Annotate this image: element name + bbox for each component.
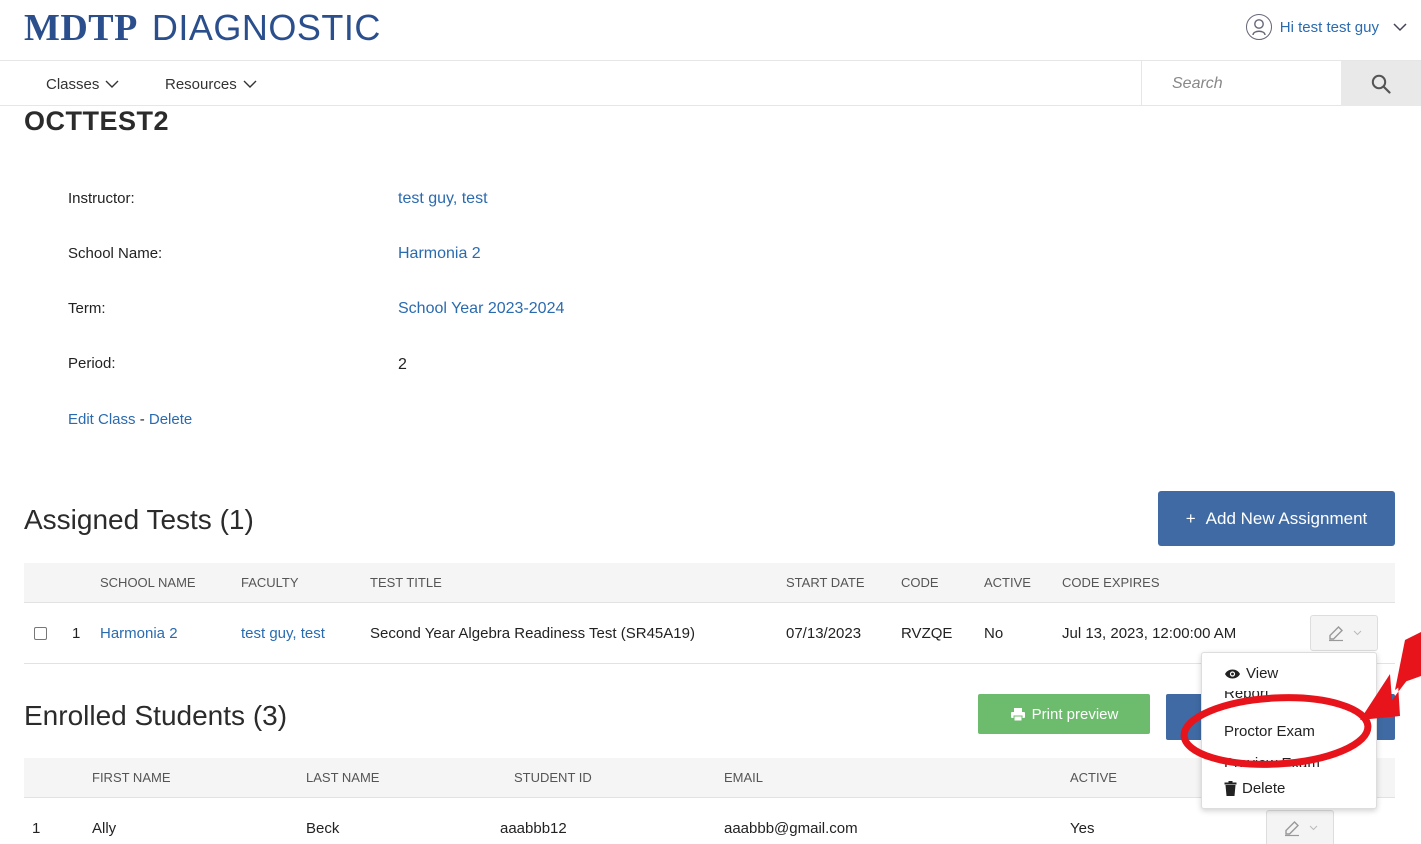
edit-class-link[interactable]: Edit Class	[68, 411, 136, 428]
school-name-label: School Name:	[68, 245, 163, 262]
row-checkbox[interactable]	[34, 627, 47, 640]
row-index: 1	[72, 625, 81, 642]
menu-item-preview-exam-label: Preview Exam	[1224, 755, 1320, 767]
instructor-label: Instructor:	[68, 190, 135, 207]
print-preview-button[interactable]: Print preview	[978, 694, 1150, 734]
action-separator: -	[139, 411, 145, 428]
brand-sub-text: DIAGNOSTIC	[151, 7, 381, 48]
row-school-name-link[interactable]: Harmonia 2	[100, 625, 178, 642]
search-input[interactable]	[1172, 74, 1332, 93]
row-student-active: Yes	[1070, 820, 1095, 837]
user-menu[interactable]: Hi test test guy	[1245, 12, 1407, 42]
search-box	[1141, 61, 1341, 106]
brand-logo[interactable]: MDTP DIAGNOSTIC	[24, 6, 381, 50]
menu-item-view-label: View	[1246, 665, 1279, 682]
col-start-date[interactable]: START DATE	[786, 563, 865, 603]
user-avatar-icon	[1245, 14, 1272, 40]
add-new-assignment-button[interactable]: + Add New Assignment	[1158, 491, 1395, 546]
instructor-link[interactable]: test guy, test	[398, 190, 488, 208]
term-link[interactable]: School Year 2023-2024	[398, 300, 564, 318]
chevron-down-icon	[1309, 825, 1317, 831]
assigned-tests-header: SCHOOL NAME FACULTY TEST TITLE START DAT…	[24, 563, 1395, 603]
period-label: Period:	[68, 355, 116, 372]
trash-icon	[1224, 781, 1237, 796]
user-greeting[interactable]: Hi test test guy	[1280, 19, 1379, 36]
chevron-down-icon	[1353, 630, 1361, 636]
row-email: aaabbb@gmail.com	[724, 820, 858, 837]
nav-classes[interactable]: Classes	[46, 61, 119, 107]
chevron-down-icon	[243, 80, 257, 88]
row-index: 1	[32, 820, 41, 837]
row-faculty-link[interactable]: test guy, test	[241, 625, 325, 642]
row-first-name: Ally	[92, 820, 117, 837]
row-last-name: Beck	[306, 820, 340, 837]
col-school-name[interactable]: SCHOOL NAME	[100, 563, 196, 603]
row-code: RVZQE	[901, 625, 953, 642]
edit-icon	[1328, 626, 1343, 642]
assigned-tests-title: Assigned Tests (1)	[24, 504, 254, 535]
col-email[interactable]: EMAIL	[724, 758, 763, 798]
col-last-name[interactable]: LAST NAME	[306, 758, 379, 798]
chevron-down-icon[interactable]	[1393, 19, 1407, 36]
term-label: Term:	[68, 300, 106, 317]
menu-item-report-label: Report	[1224, 691, 1270, 702]
eye-icon	[1225, 669, 1240, 678]
enrolled-students-header: FIRST NAME LAST NAME STUDENT ID EMAIL AC…	[24, 758, 1395, 798]
class-actions: Edit Class - Delete	[68, 411, 192, 428]
printer-icon	[1010, 707, 1025, 721]
table-row: 1 Ally Beck aaabbb12 aaabbb@gmail.com Ye…	[24, 798, 1395, 844]
row-student-id: aaabbb12	[500, 820, 567, 837]
col-student-active[interactable]: ACTIVE	[1070, 758, 1117, 798]
add-new-assignment-label: Add New Assignment	[1205, 508, 1368, 528]
row-actions-menu: View Report Proctor Exam Preview Exam De…	[1201, 652, 1377, 809]
school-name-link[interactable]: Harmonia 2	[398, 245, 481, 263]
col-code[interactable]: CODE	[901, 563, 939, 603]
student-actions-dropdown-button[interactable]	[1266, 810, 1334, 844]
menu-item-proctor-exam-label: Proctor Exam	[1224, 723, 1315, 740]
search-button[interactable]	[1341, 61, 1421, 106]
row-actions-dropdown-button[interactable]	[1310, 615, 1378, 651]
plus-icon: +	[1185, 508, 1196, 528]
page-title: OCTTEST2	[24, 106, 170, 136]
menu-item-report[interactable]: Report	[1224, 691, 1269, 705]
search-icon	[1371, 74, 1391, 94]
menu-item-delete[interactable]: Delete	[1224, 780, 1285, 797]
col-first-name[interactable]: FIRST NAME	[92, 758, 171, 798]
delete-class-link[interactable]: Delete	[149, 411, 192, 428]
row-test-title: Second Year Algebra Readiness Test (SR45…	[370, 625, 695, 642]
period-value: 2	[398, 356, 407, 373]
row-start-date: 07/13/2023	[786, 625, 862, 642]
enrolled-students-title: Enrolled Students (3)	[24, 700, 288, 731]
col-active[interactable]: ACTIVE	[984, 563, 1031, 603]
col-student-id[interactable]: STUDENT ID	[514, 758, 592, 798]
main-navbar: Classes Resources	[0, 60, 1421, 106]
edit-icon	[1284, 821, 1299, 837]
col-faculty[interactable]: FACULTY	[241, 563, 299, 603]
nav-resources-label: Resources	[165, 75, 237, 93]
row-code-expires: Jul 13, 2023, 12:00:00 AM	[1062, 625, 1237, 642]
menu-item-view[interactable]: View	[1224, 665, 1278, 682]
col-test-title[interactable]: TEST TITLE	[370, 563, 442, 603]
nav-resources[interactable]: Resources	[165, 61, 257, 107]
table-row: 1 Harmonia 2 test guy, test Second Year …	[24, 603, 1395, 664]
row-active: No	[984, 625, 1004, 642]
chevron-down-icon	[105, 80, 119, 88]
menu-item-delete-label: Delete	[1242, 780, 1286, 797]
nav-classes-label: Classes	[46, 75, 100, 93]
menu-item-preview-exam[interactable]: Preview Exam	[1224, 755, 1320, 767]
print-preview-label: Print preview	[1031, 705, 1119, 723]
menu-item-proctor-exam[interactable]: Proctor Exam	[1224, 723, 1315, 740]
brand-main-text: MDTP	[24, 7, 138, 49]
col-code-expires[interactable]: CODE EXPIRES	[1062, 563, 1160, 603]
